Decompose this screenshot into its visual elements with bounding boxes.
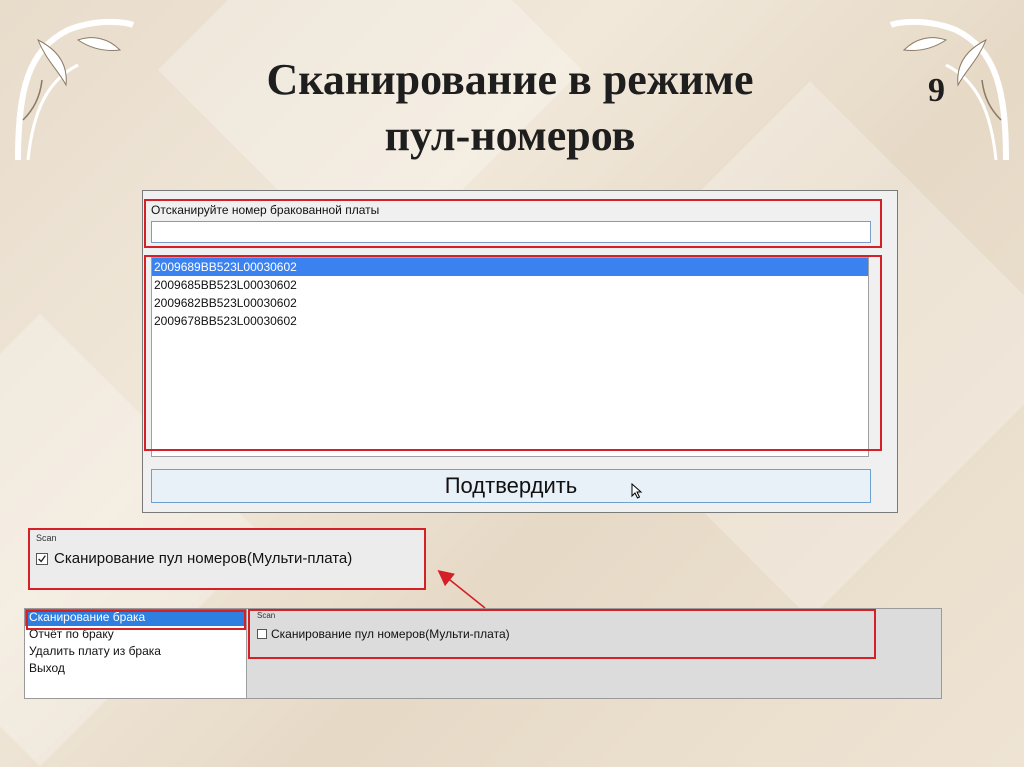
corner-ornament-right <box>889 18 1009 161</box>
slide-title-line-1: Сканирование в режиме <box>266 55 754 104</box>
menu-multi-board-checkbox-row[interactable]: Сканирование пул номеров(Мульти-плата) <box>257 627 510 641</box>
serial-list[interactable]: 2009689BB523L00030602 2009685BB523L00030… <box>151 257 869 457</box>
main-menu-window: Сканирование брака Отчёт по браку Удалит… <box>24 608 942 699</box>
slide-title: Сканирование в режиме пул-номеров <box>200 52 820 164</box>
scan-input[interactable] <box>151 221 871 243</box>
scan-window: Отсканируйте номер бракованной платы 200… <box>142 190 898 513</box>
menu-multi-board-checkbox-label: Сканирование пул номеров(Мульти-плата) <box>271 627 510 641</box>
multi-board-checkbox[interactable] <box>36 552 48 565</box>
menu-item-defect-report[interactable]: Отчёт по браку <box>25 626 246 643</box>
mouse-cursor-icon <box>631 483 643 499</box>
serial-list-item[interactable]: 2009685BB523L00030602 <box>152 276 868 294</box>
slide-number: 9 <box>928 72 945 109</box>
serial-list-item[interactable]: 2009678BB523L00030602 <box>152 312 868 330</box>
menu-item-exit[interactable]: Выход <box>25 660 246 677</box>
scan-group-caption: Scan <box>36 533 57 543</box>
menu-item-remove-board[interactable]: Удалить плату из брака <box>25 643 246 660</box>
multi-board-checkbox-label: Сканирование пул номеров(Мульти-плата) <box>54 550 353 567</box>
corner-ornament-left <box>15 18 135 161</box>
multi-board-checkbox-row[interactable]: Сканирование пул номеров(Мульти-плата) <box>36 550 352 567</box>
confirm-button[interactable]: Подтвердить <box>151 469 871 503</box>
scan-prompt-label: Отсканируйте номер бракованной платы <box>151 203 380 217</box>
menu-item-defect-scan[interactable]: Сканирование брака <box>25 609 246 626</box>
menu-multi-board-checkbox[interactable] <box>257 629 267 639</box>
main-menu-list[interactable]: Сканирование брака Отчёт по браку Удалит… <box>25 609 247 698</box>
slide-title-line-2: пул-номеров <box>384 111 636 160</box>
serial-list-item[interactable]: 2009689BB523L00030602 <box>152 258 868 276</box>
serial-list-item[interactable]: 2009682BB523L00030602 <box>152 294 868 312</box>
check-mark-icon <box>38 554 46 563</box>
scan-group-zoom: Scan Сканирование пул номеров(Мульти-пла… <box>28 528 426 590</box>
menu-scan-group-caption: Scan <box>257 611 276 620</box>
